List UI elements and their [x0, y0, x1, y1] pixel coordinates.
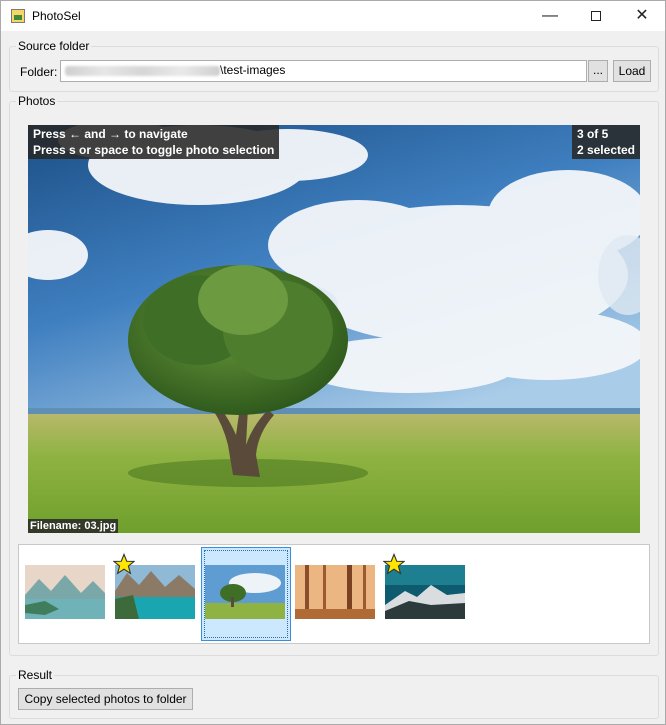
maximize-icon	[591, 11, 601, 21]
folder-path-suffix: \test-images	[220, 63, 286, 77]
thumbnail-strip[interactable]	[18, 544, 650, 644]
result-label: Result	[16, 668, 55, 682]
load-button[interactable]: Load	[613, 60, 651, 82]
copy-selected-button[interactable]: Copy selected photos to folder	[18, 688, 193, 710]
selected-star-icon	[383, 553, 405, 575]
filename-label: Filename: 03.jpg	[28, 519, 119, 533]
photos-group: Photos Press ← and → to navigate Press s…	[9, 94, 659, 656]
folder-label: Folder:	[20, 65, 58, 79]
thumbnail-1-image	[25, 565, 105, 619]
navigation-hint-line2: Press s or space to toggle photo selecti…	[33, 143, 275, 157]
minimize-button[interactable]: —	[527, 1, 573, 31]
photo-viewer[interactable]: Press ← and → to navigate Press s or spa…	[28, 125, 640, 533]
result-group: Result Copy selected photos to folder	[9, 668, 659, 719]
thumbnail-3-image	[205, 565, 285, 619]
redacted-path	[65, 65, 220, 76]
browse-button[interactable]: ...	[588, 60, 608, 82]
thumbnail-2[interactable]	[113, 553, 195, 619]
folder-path-input[interactable]: \test-images	[60, 60, 587, 82]
close-button[interactable]: ✕	[619, 1, 665, 31]
source-folder-label: Source folder	[16, 39, 92, 53]
current-photo	[28, 125, 640, 533]
thumbnail-1[interactable]	[25, 565, 105, 619]
title-bar[interactable]: PhotoSel — ✕	[1, 1, 665, 31]
navigation-hint: Press ← and → to navigate Press s or spa…	[28, 125, 280, 159]
source-folder-group: Source folder Folder: \test-images ... L…	[9, 39, 659, 92]
thumbnail-4[interactable]	[295, 565, 375, 619]
app-window: PhotoSel — ✕ Source folder Folder: \test…	[0, 0, 666, 725]
navigation-hint-line1: Press ← and → to navigate	[33, 127, 188, 141]
thumbnail-5[interactable]	[383, 553, 465, 619]
thumbnail-3[interactable]	[205, 565, 285, 619]
window-title: PhotoSel	[32, 9, 81, 23]
selected-star-icon	[113, 553, 135, 575]
position-text: 3 of 5	[576, 127, 609, 141]
selected-count-text: 2 selected	[576, 143, 635, 157]
close-icon: ✕	[635, 7, 649, 24]
thumbnail-4-image	[295, 565, 375, 619]
maximize-button[interactable]	[573, 1, 619, 31]
position-indicator: 3 of 5 2 selected	[571, 125, 640, 159]
photos-label: Photos	[16, 94, 58, 108]
minimize-icon: —	[542, 7, 558, 24]
app-icon	[11, 9, 25, 23]
